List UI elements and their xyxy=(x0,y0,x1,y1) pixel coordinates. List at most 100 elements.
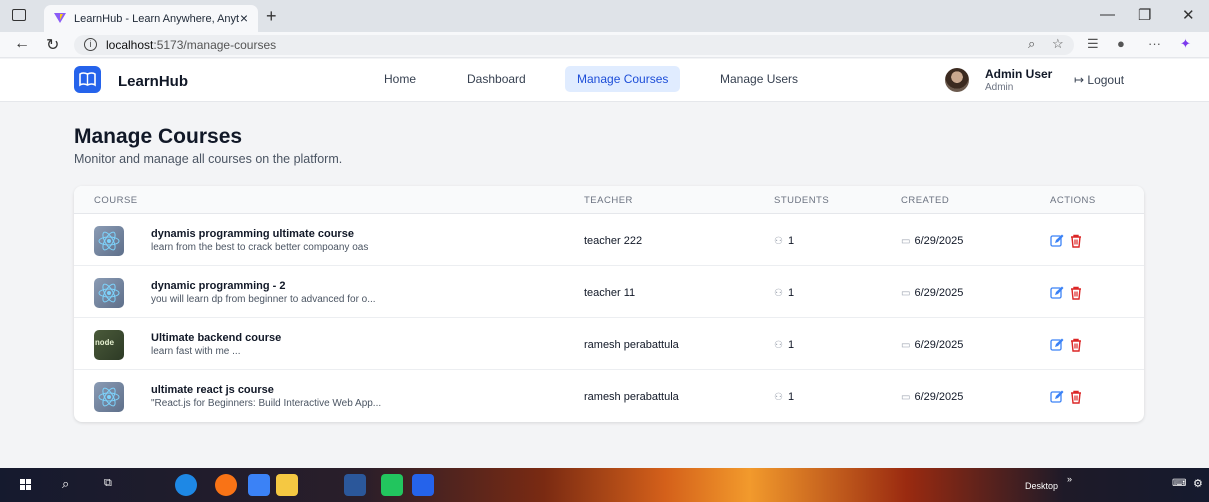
profile-icon[interactable]: ● xyxy=(1117,36,1125,51)
logout-button[interactable]: ↦ Logout xyxy=(1074,73,1124,87)
course-thumbnail xyxy=(94,226,124,256)
back-icon[interactable]: ← xyxy=(14,35,30,53)
nav-home[interactable]: Home xyxy=(372,66,428,92)
more-icon[interactable]: ··· xyxy=(1148,36,1161,51)
page-subtitle: Monitor and manage all courses on the pl… xyxy=(74,152,343,166)
users-icon: ⚇ xyxy=(774,340,783,351)
course-title[interactable]: ultimate react js course xyxy=(151,384,274,396)
settings-gear-icon[interactable]: ⚙ xyxy=(1193,477,1203,490)
course-teacher: ramesh perabattula xyxy=(584,391,679,403)
nav-dashboard[interactable]: Dashboard xyxy=(455,66,538,92)
logout-icon: ↦ xyxy=(1074,73,1088,87)
favorites-icon[interactable]: ☰ xyxy=(1087,36,1099,52)
sidebar-toggle-icon[interactable] xyxy=(12,9,26,21)
edit-icon[interactable] xyxy=(1050,390,1064,404)
browser-addressbar: ← ↻ i localhost:5173/manage-courses ⌕ ☆ … xyxy=(0,32,1209,58)
students-count: 1 xyxy=(787,339,795,351)
course-created: ▭ 6/29/2025 xyxy=(901,235,963,247)
course-students: ⚇ 1 xyxy=(774,287,794,299)
logout-label: Logout xyxy=(1087,73,1125,87)
course-students: ⚇ 1 xyxy=(774,339,794,351)
header-course: COURSE xyxy=(94,195,138,206)
reload-icon[interactable]: ↻ xyxy=(46,35,59,55)
created-date: 6/29/2025 xyxy=(914,287,964,299)
calendar-icon: ▭ xyxy=(901,340,911,351)
delete-icon[interactable] xyxy=(1069,234,1083,248)
url-path: :5173/manage-courses xyxy=(153,38,277,52)
tab-title: LearnHub - Learn Anywhere, Anyt xyxy=(74,13,240,25)
node-logo-text: node xyxy=(95,339,115,348)
course-created: ▭ 6/29/2025 xyxy=(901,391,963,403)
edit-icon[interactable] xyxy=(1050,234,1064,248)
user-role: Admin xyxy=(985,82,1014,93)
delete-icon[interactable] xyxy=(1069,286,1083,300)
react-logo-icon xyxy=(98,387,120,407)
course-thumbnail xyxy=(94,382,124,412)
table-row: ultimate react js course "React.js for B… xyxy=(74,370,1144,422)
logo[interactable] xyxy=(74,66,101,93)
book-icon xyxy=(79,72,96,87)
nav-manage-courses[interactable]: Manage Courses xyxy=(565,66,681,92)
edit-icon[interactable] xyxy=(1050,338,1064,352)
new-tab-icon[interactable]: + xyxy=(266,6,277,27)
header-teacher: TEACHER xyxy=(584,195,633,206)
course-teacher: teacher 222 xyxy=(584,235,643,247)
course-title[interactable]: dynamic programming - 2 xyxy=(151,280,285,292)
tab-close-icon[interactable]: × xyxy=(240,10,248,26)
toolbar-overflow-icon[interactable]: » xyxy=(1067,474,1072,484)
course-thumbnail: node xyxy=(94,330,124,360)
table-row: dynamic programming - 2 you will learn d… xyxy=(74,266,1144,318)
close-window-icon[interactable]: ✕ xyxy=(1182,6,1195,24)
minimize-icon[interactable]: — xyxy=(1100,6,1115,23)
course-title[interactable]: dynamis programming ultimate course xyxy=(151,228,354,240)
delete-icon[interactable] xyxy=(1069,338,1083,352)
header-students: STUDENTS xyxy=(774,195,830,206)
brand-name[interactable]: LearnHub xyxy=(118,73,188,90)
course-title[interactable]: Ultimate backend course xyxy=(151,332,281,344)
react-logo-icon xyxy=(98,283,120,303)
table-row: node Ultimate backend course learn fast … xyxy=(74,318,1144,370)
task-view-icon[interactable]: ⧉ xyxy=(104,477,112,490)
user-name: Admin User xyxy=(985,67,1053,81)
read-aloud-icon[interactable]: ⌕ xyxy=(1028,36,1035,52)
table-header: COURSE TEACHER STUDENTS CREATED ACTIONS xyxy=(74,186,1144,214)
users-icon: ⚇ xyxy=(774,392,783,403)
avatar[interactable] xyxy=(945,68,969,92)
created-date: 6/29/2025 xyxy=(914,339,964,351)
restore-icon[interactable]: ❐ xyxy=(1138,6,1151,24)
users-icon: ⚇ xyxy=(774,236,783,247)
students-count: 1 xyxy=(787,287,795,299)
page-title: Manage Courses xyxy=(74,125,243,148)
site-info-icon[interactable]: i xyxy=(84,38,97,51)
edit-icon[interactable] xyxy=(1050,286,1064,300)
search-icon[interactable]: ⌕ xyxy=(62,476,69,492)
course-teacher: teacher 11 xyxy=(584,287,636,299)
file-explorer-icon[interactable] xyxy=(276,474,298,496)
course-students: ⚇ 1 xyxy=(774,235,794,247)
chrome-icon[interactable] xyxy=(381,474,403,496)
desktop-toolbar-label[interactable]: Desktop xyxy=(1025,481,1058,491)
vscode-icon[interactable] xyxy=(412,474,434,496)
windows-start-icon[interactable] xyxy=(20,479,32,491)
firefox-icon[interactable] xyxy=(215,474,237,496)
browser-tab[interactable]: LearnHub - Learn Anywhere, Anyt × xyxy=(44,5,258,32)
course-students: ⚇ 1 xyxy=(774,391,794,403)
users-icon: ⚇ xyxy=(774,288,783,299)
course-created: ▭ 6/29/2025 xyxy=(901,287,963,299)
keyboard-icon[interactable]: ⌨ xyxy=(1172,478,1186,489)
calendar-icon: ▭ xyxy=(901,288,911,299)
course-description: learn from the best to crack better comp… xyxy=(151,242,369,253)
copilot-icon[interactable]: ✦ xyxy=(1180,36,1191,52)
courses-table: COURSE TEACHER STUDENTS CREATED ACTIONS … xyxy=(74,186,1144,422)
url-host: localhost xyxy=(106,38,154,52)
delete-icon[interactable] xyxy=(1069,390,1083,404)
header-actions: ACTIONS xyxy=(1050,195,1096,206)
favorite-star-icon[interactable]: ☆ xyxy=(1052,36,1064,52)
nav-manage-users[interactable]: Manage Users xyxy=(708,66,810,92)
url-field[interactable]: i localhost:5173/manage-courses xyxy=(74,35,1074,55)
photos-icon[interactable] xyxy=(248,474,270,496)
table-row: dynamis programming ultimate course lear… xyxy=(74,214,1144,266)
edge-icon[interactable] xyxy=(175,474,197,496)
word-icon[interactable] xyxy=(344,474,366,496)
calendar-icon: ▭ xyxy=(901,236,911,247)
